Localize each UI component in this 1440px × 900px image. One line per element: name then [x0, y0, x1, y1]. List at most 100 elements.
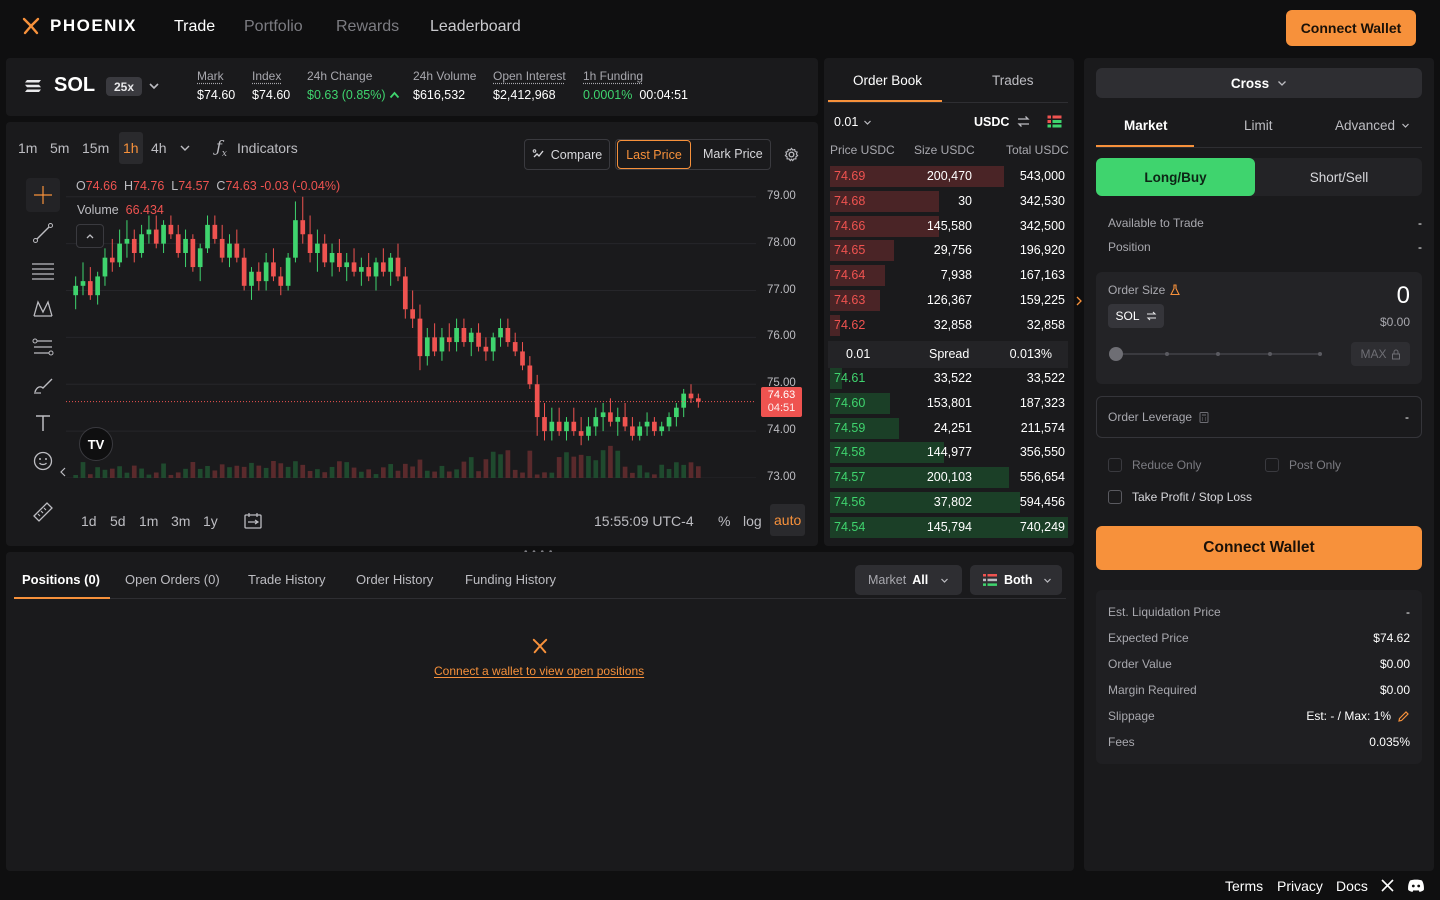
volume-bar: [271, 461, 276, 478]
tab-open-orders[interactable]: Open Orders (0): [125, 572, 220, 587]
chevron-down-icon[interactable]: [148, 81, 160, 91]
order-size-input[interactable]: 0: [1397, 282, 1410, 310]
nav-portfolio[interactable]: Portfolio: [244, 18, 303, 36]
footer-terms[interactable]: Terms: [1225, 878, 1263, 894]
tf-15m[interactable]: 15m: [82, 140, 109, 156]
indicators-button[interactable]: ƒx Indicators: [216, 137, 298, 159]
edit-pencil-icon[interactable]: [1397, 710, 1410, 723]
order-leverage-field[interactable]: Order Leverage -: [1096, 396, 1422, 438]
x-twitter-icon[interactable]: [1381, 879, 1394, 892]
bid-price: 74.54: [834, 519, 866, 534]
book-layout-icon[interactable]: [1047, 115, 1062, 128]
tab-positions[interactable]: Positions (0): [22, 572, 100, 587]
auto-toggle[interactable]: auto: [770, 504, 806, 536]
pattern-tool-icon[interactable]: [26, 292, 60, 326]
tf-1h[interactable]: 1h: [119, 132, 143, 164]
bid-row[interactable]: 74.58 144,977 356,550: [830, 441, 1068, 464]
range-3m[interactable]: 3m: [171, 513, 190, 529]
projection-tool-icon[interactable]: [26, 330, 60, 364]
price-chart[interactable]: [66, 178, 812, 478]
compare-button[interactable]: Compare: [524, 139, 610, 170]
candle-body: [417, 318, 423, 357]
ask-row[interactable]: 74.65 29,756 196,920: [830, 239, 1068, 262]
connect-wallet-main-button[interactable]: Connect Wallet: [1096, 526, 1422, 570]
footer-docs[interactable]: Docs: [1336, 878, 1368, 894]
tf-4h[interactable]: 4h: [151, 140, 167, 156]
collapse-legend-button[interactable]: [76, 224, 104, 248]
connect-wallet-link[interactable]: Connect a wallet to view open positions: [434, 664, 644, 678]
text-tool-icon[interactable]: [26, 406, 60, 440]
tab-order-book[interactable]: Order Book: [853, 73, 922, 88]
ruler-tool-icon[interactable]: [26, 494, 60, 528]
chevron-down-icon[interactable]: [179, 143, 191, 153]
mark-price-button[interactable]: Mark Price: [703, 147, 763, 161]
tradingview-logo-icon[interactable]: TV: [79, 427, 113, 461]
range-1m[interactable]: 1m: [139, 513, 158, 529]
volume-bar: [534, 474, 540, 478]
ask-row[interactable]: 74.68 30 342,530: [830, 190, 1068, 213]
tpsl-checkbox[interactable]: Take Profit / Stop Loss: [1108, 490, 1252, 504]
tf-5m[interactable]: 5m: [50, 140, 69, 156]
ask-row[interactable]: 74.63 126,367 159,225: [830, 289, 1068, 312]
bid-row[interactable]: 74.60 153,801 187,323: [830, 392, 1068, 415]
size-unit-toggle[interactable]: SOL: [1108, 304, 1164, 328]
bid-row[interactable]: 74.59 24,251 211,574: [830, 417, 1068, 440]
ask-row[interactable]: 74.64 7,938 167,163: [830, 264, 1068, 287]
size-slider-thumb[interactable]: [1109, 347, 1123, 361]
tf-1m[interactable]: 1m: [18, 140, 37, 156]
discord-icon[interactable]: [1407, 879, 1425, 892]
tick-size-select[interactable]: 0.01: [834, 115, 872, 129]
bid-row[interactable]: 74.54 145,794 740,249: [830, 516, 1068, 539]
side-filter[interactable]: Both: [970, 565, 1062, 595]
last-price-button[interactable]: Last Price: [617, 140, 691, 169]
tab-funding-history[interactable]: Funding History: [465, 572, 556, 587]
volume-bar: [439, 465, 445, 478]
crosshair-tool-icon[interactable]: [26, 178, 60, 212]
log-toggle[interactable]: log: [743, 513, 762, 529]
post-only-checkbox[interactable]: Post Only: [1265, 458, 1341, 472]
bid-row[interactable]: 74.61 33,522 33,522: [830, 367, 1068, 390]
trend-line-tool-icon[interactable]: [26, 216, 60, 250]
tab-trade-history[interactable]: Trade History: [248, 572, 326, 587]
margin-mode-select[interactable]: Cross: [1096, 68, 1422, 98]
connect-wallet-button[interactable]: Connect Wallet: [1286, 10, 1416, 46]
ask-row[interactable]: 74.66 145,580 342,500: [830, 215, 1068, 238]
range-1y[interactable]: 1y: [203, 513, 218, 529]
pair-name[interactable]: SOL: [54, 74, 95, 97]
fib-tool-icon[interactable]: [26, 254, 60, 288]
order-type-limit[interactable]: Limit: [1244, 118, 1273, 133]
order-type-advanced[interactable]: Advanced: [1335, 118, 1410, 133]
range-5d[interactable]: 5d: [110, 513, 126, 529]
settings-gear-icon[interactable]: [784, 147, 799, 162]
nav-leaderboard[interactable]: Leaderboard: [430, 18, 521, 36]
market-filter[interactable]: Market All: [855, 565, 962, 595]
tab-trades[interactable]: Trades: [992, 73, 1034, 88]
percent-toggle[interactable]: %: [718, 513, 730, 529]
ask-row[interactable]: 74.62 32,858 32,858: [830, 314, 1068, 337]
chevron-right-icon[interactable]: [1076, 296, 1082, 306]
emoji-tool-icon[interactable]: [26, 444, 60, 478]
candle-body: [373, 262, 379, 277]
swap-currency-icon[interactable]: [1016, 114, 1031, 129]
bid-row[interactable]: 74.57 200,103 556,654: [830, 466, 1068, 489]
footer-privacy[interactable]: Privacy: [1277, 878, 1323, 894]
candle-body: [542, 417, 547, 432]
range-1d[interactable]: 1d: [81, 513, 97, 529]
date-range-icon[interactable]: [243, 511, 263, 530]
brush-tool-icon[interactable]: [26, 368, 60, 402]
short-sell-button[interactable]: Short/Sell: [1256, 158, 1422, 196]
checkbox-icon: [1108, 490, 1122, 504]
order-type-market[interactable]: Market: [1124, 118, 1168, 133]
ask-row[interactable]: 74.69 200,470 543,000: [830, 165, 1068, 188]
long-buy-button[interactable]: Long/Buy: [1096, 158, 1255, 196]
logo[interactable]: PHOENIX: [22, 16, 137, 36]
chevron-left-icon[interactable]: [60, 467, 66, 477]
reduce-only-checkbox[interactable]: Reduce Only: [1108, 458, 1201, 472]
max-button[interactable]: MAX: [1351, 342, 1410, 366]
price-axis-label: 77.00: [767, 283, 796, 296]
nav-rewards[interactable]: Rewards: [336, 18, 399, 36]
candle-body: [402, 276, 408, 310]
bid-row[interactable]: 74.56 37,802 594,456: [830, 491, 1068, 514]
tab-order-history[interactable]: Order History: [356, 572, 433, 587]
nav-trade[interactable]: Trade: [174, 18, 215, 36]
